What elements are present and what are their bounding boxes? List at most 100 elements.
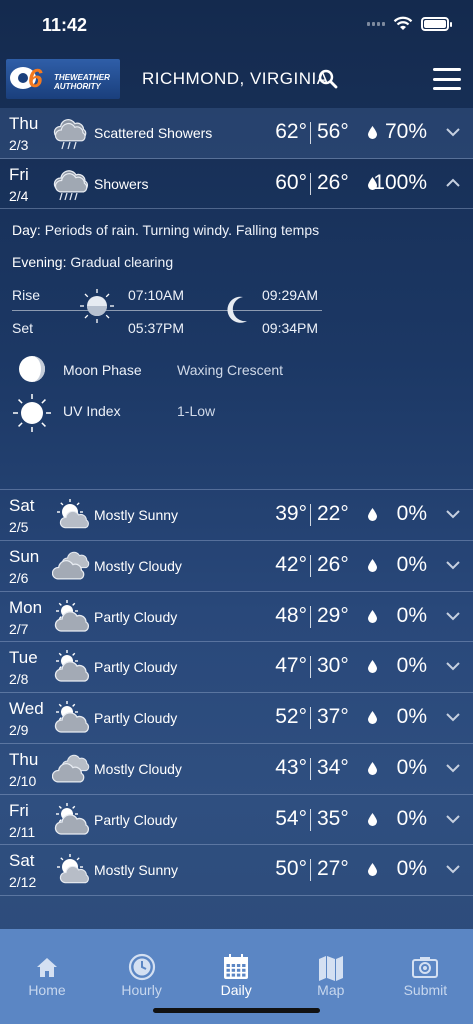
day-name: Thu xyxy=(9,749,39,769)
chevron-down-icon[interactable] xyxy=(445,811,461,827)
sun-icon xyxy=(80,289,114,324)
daily-forecast-list: Thu 2/3 Scattered Showers 62° 56° 70% Fr… xyxy=(0,108,473,896)
precip-chance: 100% xyxy=(373,170,427,194)
app-header: 6 THEWEATHER AUTHORITY RICHMOND, VIRGINI… xyxy=(0,56,473,104)
wifi-icon xyxy=(393,16,413,30)
search-icon[interactable] xyxy=(318,69,338,89)
low-temp: 35° xyxy=(317,806,349,830)
temp-divider xyxy=(310,172,311,195)
chevron-down-icon[interactable] xyxy=(445,709,461,725)
chevron-down-icon[interactable] xyxy=(445,506,461,522)
raindrop-icon xyxy=(368,761,377,775)
temp-divider xyxy=(310,707,311,730)
forecast-row-6[interactable]: Wed 2/9 Partly Cloudy 52° 37° 0% xyxy=(0,693,473,744)
day-date: 2/6 xyxy=(9,570,29,587)
day-name: Tue xyxy=(9,648,38,668)
chevron-up-icon[interactable] xyxy=(445,175,461,191)
condition-text: Showers xyxy=(94,175,149,192)
low-temp: 34° xyxy=(317,755,349,779)
rise-set-divider xyxy=(12,310,322,312)
tab-hourly[interactable]: Hourly xyxy=(95,929,189,999)
day-name: Fri xyxy=(9,800,29,820)
partly-cloudy-icon xyxy=(54,802,90,835)
high-temp: 50° xyxy=(275,857,307,881)
status-bar: 11:42 xyxy=(0,0,473,52)
raindrop-icon xyxy=(368,711,377,725)
mostly-cloudy-icon xyxy=(52,754,90,783)
hamburger-menu-icon[interactable] xyxy=(433,68,461,90)
sunset-time: 05:37PM xyxy=(128,320,185,337)
low-temp: 22° xyxy=(317,502,349,526)
chevron-down-icon[interactable] xyxy=(445,861,461,877)
condition-text: Partly Cloudy xyxy=(94,608,178,625)
raindrop-icon xyxy=(368,609,377,623)
tab-label: Home xyxy=(28,982,66,998)
high-temp: 62° xyxy=(275,120,307,143)
sunrise-time: 07:10AM xyxy=(128,287,185,304)
tab-label: Submit xyxy=(403,982,448,998)
rise-label: Rise xyxy=(12,287,41,304)
cellular-signal-icon xyxy=(367,21,385,26)
day-date: 2/10 xyxy=(9,772,37,789)
mostly-sunny-icon xyxy=(57,854,89,884)
high-temp: 48° xyxy=(275,603,307,627)
temp-divider xyxy=(310,808,311,831)
moon-phase-icon xyxy=(19,356,45,383)
chevron-down-icon[interactable] xyxy=(445,124,461,140)
showers-icon xyxy=(53,169,89,200)
forecast-row-7[interactable]: Thu 2/10 Mostly Cloudy 43° 34° 0% xyxy=(0,744,473,795)
chevron-down-icon[interactable] xyxy=(445,658,461,674)
map-icon xyxy=(318,956,343,981)
forecast-row-9[interactable]: Sat 2/12 Mostly Sunny 50° 27° 0% xyxy=(0,845,473,896)
forecast-row-3[interactable]: Sun 2/6 Mostly Cloudy 42° 26° 0% xyxy=(0,541,473,592)
chevron-down-icon[interactable] xyxy=(445,608,461,624)
high-temp: 52° xyxy=(275,705,307,729)
precip-chance: 0% xyxy=(396,806,427,830)
moon-icon xyxy=(227,297,247,324)
forecast-row-2[interactable]: Sat 2/5 Mostly Sunny 39° 22° 0% xyxy=(0,490,473,542)
moonrise-time: 09:29AM xyxy=(262,287,319,304)
chevron-down-icon[interactable] xyxy=(445,557,461,573)
high-temp: 47° xyxy=(275,654,307,678)
temp-divider xyxy=(310,757,311,780)
forecast-row-8[interactable]: Fri 2/11 Partly Cloudy 54° 35° 0% xyxy=(0,795,473,846)
raindrop-icon xyxy=(368,126,377,139)
day-name: Mon xyxy=(9,597,43,617)
raindrop-icon xyxy=(368,508,377,522)
condition-text: Partly Cloudy xyxy=(94,659,178,676)
forecast-row-5[interactable]: Tue 2/8 Partly Cloudy 47° 30° 0% xyxy=(0,642,473,694)
home-icon xyxy=(37,958,57,977)
calendar-icon xyxy=(224,954,249,979)
day-name: Fri xyxy=(9,164,29,184)
day-date: 2/11 xyxy=(9,823,36,840)
precip-chance: 70% xyxy=(384,120,427,143)
day-summary: Day: Periods of rain. Turning windy. Fal… xyxy=(12,222,320,239)
partly-cloudy-icon xyxy=(54,650,90,683)
tab-home[interactable]: Home xyxy=(0,929,94,999)
forecast-row-4[interactable]: Mon 2/7 Partly Cloudy 48° 29° 0% xyxy=(0,592,473,643)
forecast-row-1[interactable]: Fri 2/4 Showers 60° 26° 100% xyxy=(0,159,473,210)
day-date: 2/3 xyxy=(9,137,29,153)
tab-daily[interactable]: Daily xyxy=(189,929,283,999)
day-name: Sat xyxy=(9,851,35,871)
chevron-down-icon[interactable] xyxy=(445,760,461,776)
battery-icon xyxy=(421,16,452,31)
uv-index-label: UV Index xyxy=(63,403,121,420)
temp-divider xyxy=(310,555,311,578)
clock-icon xyxy=(128,953,155,981)
low-temp: 26° xyxy=(317,170,349,194)
raindrop-icon xyxy=(368,863,377,877)
location-title[interactable]: RICHMOND, VIRGINIA xyxy=(142,69,329,89)
precip-chance: 0% xyxy=(396,502,427,526)
partly-cloudy-icon xyxy=(54,599,90,632)
moonset-time: 09:34PM xyxy=(262,320,319,337)
condition-text: Mostly Cloudy xyxy=(94,558,182,575)
tab-submit[interactable]: Submit xyxy=(378,929,472,999)
station-logo[interactable]: 6 THEWEATHER AUTHORITY xyxy=(6,59,120,99)
forecast-row-0[interactable]: Thu 2/3 Scattered Showers 62° 56° 70% xyxy=(0,108,473,159)
home-indicator xyxy=(153,1008,320,1013)
tab-label: Hourly xyxy=(121,982,162,998)
temp-divider xyxy=(310,605,311,628)
tab-map[interactable]: Map xyxy=(284,929,378,999)
high-temp: 54° xyxy=(275,806,307,830)
